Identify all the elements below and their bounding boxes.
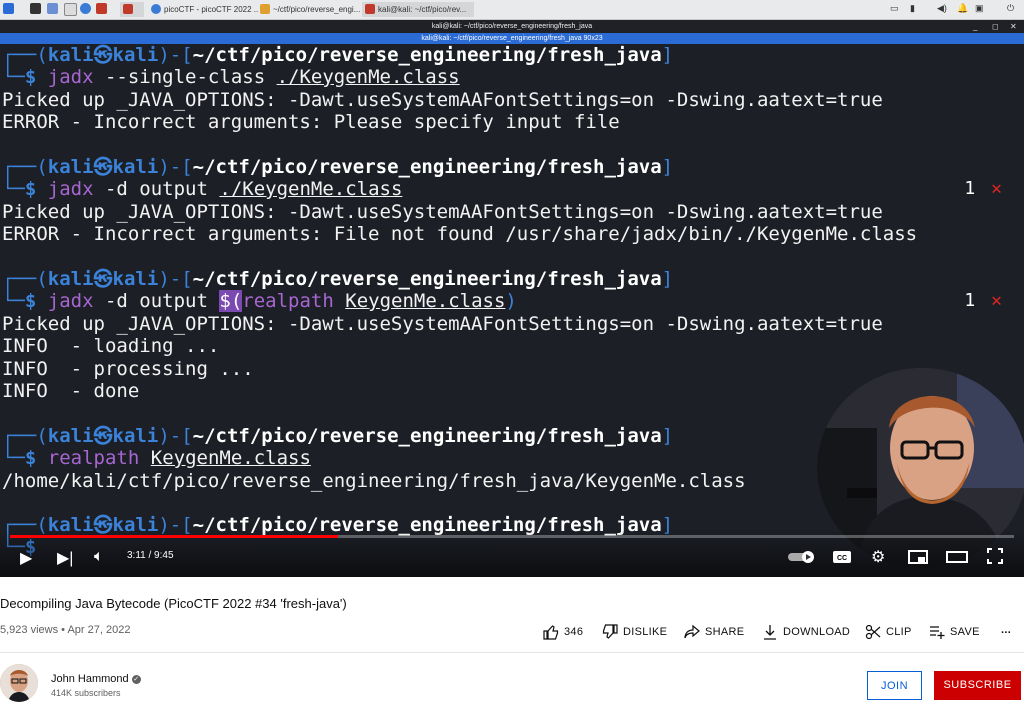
browser-icon bbox=[151, 4, 161, 14]
close-icon[interactable]: ✕ bbox=[1010, 20, 1017, 33]
volume-icon[interactable]: 🔈︎ bbox=[94, 548, 104, 566]
terminal-tab-title: kali@kali: ~/ctf/pico/reverse_engineerin… bbox=[421, 35, 603, 42]
terminal-launcher-icon[interactable] bbox=[30, 3, 41, 14]
settings-icon[interactable]: ⚙ bbox=[871, 547, 885, 567]
output-line: Picked up _JAVA_OPTIONS: -Dawt.useSystem… bbox=[2, 201, 883, 223]
kali-top-panel: picoCTF - picoCTF 2022 ... ~/ctf/pico/re… bbox=[0, 0, 1024, 20]
error-x-icon: ✕ bbox=[991, 178, 1002, 199]
exit-status: 1 ✕ bbox=[964, 178, 1002, 199]
dislike-label: DISLIKE bbox=[623, 626, 668, 638]
minimize-icon[interactable]: _ bbox=[973, 20, 977, 33]
kali-menu-icon[interactable] bbox=[3, 3, 14, 14]
like-button[interactable]: 346 bbox=[543, 624, 583, 640]
video-title: Decompiling Java Bytecode (PicoCTF 2022 … bbox=[0, 596, 347, 611]
thumbs-down-icon bbox=[602, 624, 618, 639]
share-label: SHARE bbox=[705, 626, 745, 638]
thumbs-up-icon bbox=[543, 625, 559, 640]
taskbar-item-label: kali@kali: ~/ctf/pico/rev... bbox=[378, 5, 467, 14]
play-icon[interactable]: ▶ bbox=[20, 548, 32, 568]
prompt-line: ┌──(kali㉿kali)-[~/ctf/pico/reverse_engin… bbox=[2, 268, 674, 290]
more-icon: ... bbox=[1001, 624, 1012, 636]
join-button[interactable]: JOIN bbox=[867, 671, 922, 700]
video-player[interactable]: picoCTF - picoCTF 2022 ... ~/ctf/pico/re… bbox=[0, 0, 1024, 577]
scissors-icon bbox=[865, 624, 881, 640]
clip-label: CLIP bbox=[886, 626, 912, 638]
progress-fill bbox=[10, 535, 339, 538]
progress-bar[interactable] bbox=[10, 535, 1014, 538]
lock-icon[interactable]: ▣ bbox=[975, 3, 984, 14]
share-button[interactable]: SHARE bbox=[684, 624, 744, 640]
like-count: 346 bbox=[564, 626, 584, 638]
video-meta: 5,923 views • Apr 27, 2022 bbox=[0, 624, 131, 636]
next-icon[interactable]: ▶| bbox=[57, 548, 73, 568]
output-line: Picked up _JAVA_OPTIONS: -Dawt.useSystem… bbox=[2, 89, 883, 111]
verified-icon: ✓ bbox=[131, 674, 141, 684]
command-line: └─$ jadx -d output $(realpath KeygenMe.c… bbox=[2, 290, 517, 312]
time-display: 3:11 / 9:45 bbox=[127, 550, 174, 561]
channel-avatar[interactable] bbox=[0, 664, 38, 702]
taskbar-item-label: picoCTF - picoCTF 2022 ... bbox=[164, 5, 258, 14]
publish-date: Apr 27, 2022 bbox=[67, 624, 131, 636]
command-line: └─$ jadx -d output ./KeygenMe.class bbox=[2, 178, 403, 200]
terminal-window-titlebar: kali@kali: ~/ctf/pico/reverse_engineerin… bbox=[0, 20, 1024, 33]
notification-icon[interactable]: 🔔 bbox=[957, 3, 968, 14]
output-line: ERROR - Incorrect arguments: File not fo… bbox=[2, 223, 918, 245]
browser-launcher-icon[interactable] bbox=[80, 3, 91, 14]
error-x-icon: ✕ bbox=[991, 290, 1002, 311]
terminal-tab-titlebar: kali@kali: ~/ctf/pico/reverse_engineerin… bbox=[0, 33, 1024, 44]
download-button[interactable]: DOWNLOAD bbox=[762, 624, 850, 640]
svg-text:CC: CC bbox=[837, 555, 847, 562]
command-line: └─$ jadx --single-class ./KeygenMe.class bbox=[2, 66, 460, 88]
workspace-icon[interactable]: ▭ bbox=[890, 3, 899, 14]
taskbar-item-browser[interactable]: picoCTF - picoCTF 2022 ... bbox=[148, 2, 258, 17]
share-icon bbox=[684, 624, 700, 639]
captions-icon[interactable]: CC bbox=[832, 549, 852, 570]
view-count: 5,923 views bbox=[0, 624, 59, 636]
app-icon bbox=[123, 4, 133, 14]
exit-status: 1 ✕ bbox=[964, 290, 1002, 311]
channel-name[interactable]: John Hammond ✓ bbox=[51, 673, 141, 685]
download-icon bbox=[764, 625, 776, 640]
divider bbox=[0, 652, 1024, 653]
terminal-icon bbox=[365, 4, 375, 14]
folder-icon bbox=[260, 4, 270, 14]
prompt-line: ┌──(kali㉿kali)-[~/ctf/pico/reverse_engin… bbox=[2, 425, 674, 447]
save-button[interactable]: SAVE bbox=[929, 624, 980, 640]
window-title: kali@kali: ~/ctf/pico/reverse_engineerin… bbox=[431, 23, 593, 30]
maximize-icon[interactable]: ◻ bbox=[992, 20, 999, 33]
taskbar-item-empty[interactable] bbox=[120, 2, 144, 17]
taskbar-item-files[interactable]: ~/ctf/pico/reverse_engi... bbox=[257, 2, 363, 17]
prompt-line: ┌──(kali㉿kali)-[~/ctf/pico/reverse_engin… bbox=[2, 44, 674, 66]
taskbar-item-terminal[interactable]: kali@kali: ~/ctf/pico/rev... bbox=[362, 2, 474, 17]
taskbar-item-label: ~/ctf/pico/reverse_engi... bbox=[273, 5, 361, 14]
fullscreen-icon[interactable] bbox=[987, 548, 1003, 569]
editor-launcher-icon[interactable] bbox=[64, 3, 77, 16]
command-line: └─$ realpath KeygenMe.class bbox=[2, 447, 311, 469]
output-line: INFO - processing ... bbox=[2, 358, 254, 380]
output-line: ERROR - Incorrect arguments: Please spec… bbox=[2, 111, 620, 133]
autoplay-toggle[interactable] bbox=[788, 550, 816, 569]
power-icon[interactable]: ⏻ bbox=[1007, 3, 1014, 14]
save-label: SAVE bbox=[950, 626, 980, 638]
app-launcher-icon[interactable] bbox=[96, 3, 107, 14]
miniplayer-icon[interactable] bbox=[908, 549, 928, 570]
playlist-add-icon bbox=[930, 626, 945, 639]
volume-icon[interactable]: ◀) bbox=[937, 3, 947, 14]
output-line: Picked up _JAVA_OPTIONS: -Dawt.useSystem… bbox=[2, 313, 883, 335]
output-line: /home/kali/ctf/pico/reverse_engineering/… bbox=[2, 470, 746, 492]
download-label: DOWNLOAD bbox=[783, 626, 851, 638]
subscriber-count: 414K subscribers bbox=[51, 688, 121, 698]
output-line: INFO - loading ... bbox=[2, 335, 220, 357]
prompt-line: ┌──(kali㉿kali)-[~/ctf/pico/reverse_engin… bbox=[2, 156, 674, 178]
network-icon[interactable]: ▮ bbox=[910, 3, 915, 14]
theater-mode-icon[interactable] bbox=[946, 549, 968, 570]
dislike-button[interactable]: DISLIKE bbox=[602, 624, 667, 640]
output-line: INFO - done bbox=[2, 380, 140, 402]
clip-button[interactable]: CLIP bbox=[865, 624, 912, 640]
files-launcher-icon[interactable] bbox=[47, 3, 58, 14]
subscribe-button[interactable]: SUBSCRIBE bbox=[934, 671, 1021, 700]
more-actions-button[interactable]: ... bbox=[1001, 624, 1011, 636]
